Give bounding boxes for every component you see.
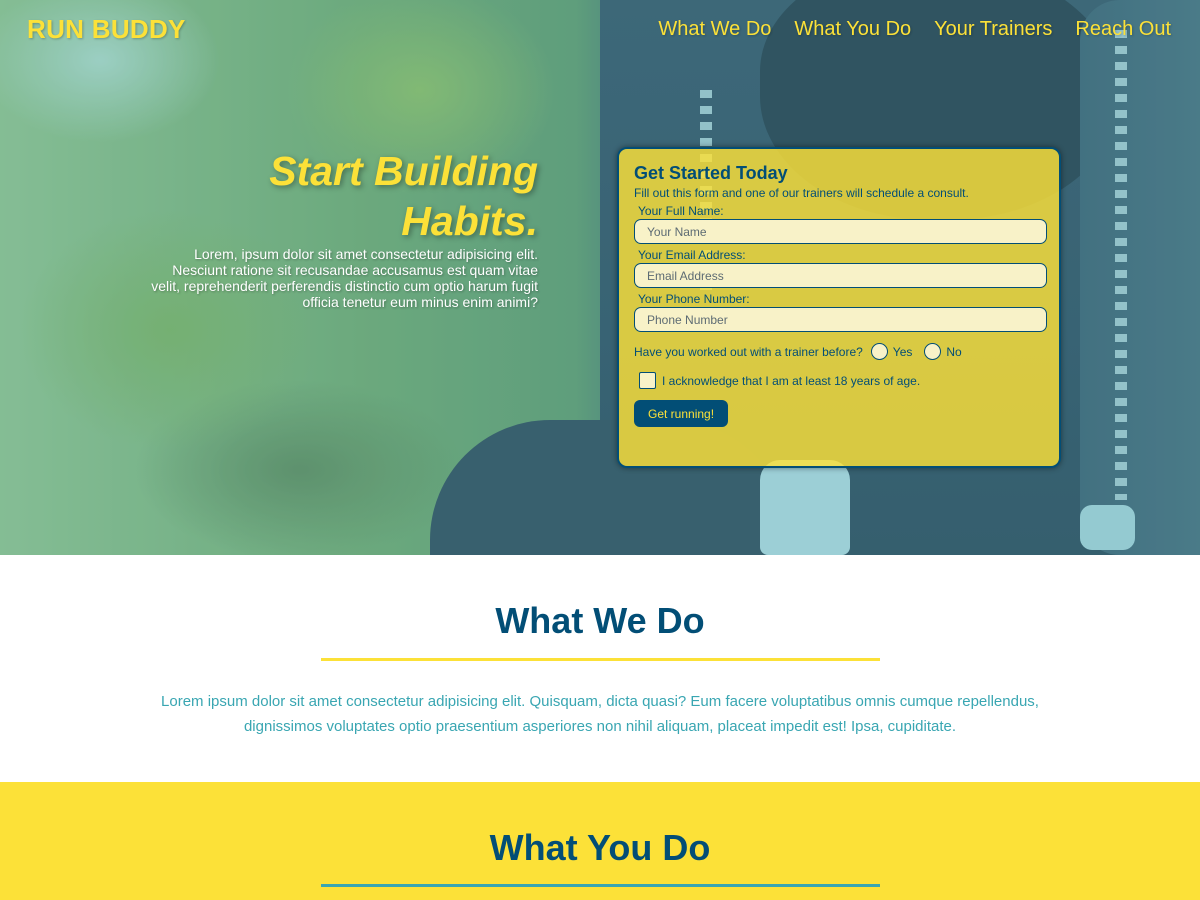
nav-link-your-trainers[interactable]: Your Trainers — [934, 18, 1052, 41]
site-header: RUN BUDDY What We Do What You Do Your Tr… — [0, 0, 1200, 60]
age-checkbox[interactable] — [639, 372, 656, 389]
phone-label: Your Phone Number: — [638, 292, 750, 306]
what-you-do-title: What You Do — [489, 827, 711, 868]
section-divider — [320, 658, 880, 661]
radio-no[interactable] — [924, 343, 942, 360]
nav-link-what-we-do[interactable]: What We Do — [658, 18, 771, 41]
what-we-do-text: Lorem ipsum dolor sit amet consectetur a… — [161, 693, 1039, 735]
phone-input[interactable] — [634, 307, 1047, 332]
radio-no-label: No — [946, 344, 962, 359]
trainer-question: Have you worked out with a trainer befor… — [634, 344, 863, 359]
hero-copy: Start Building Habits. Lorem, ipsum dolo… — [140, 146, 538, 310]
signup-title: Get Started Today — [634, 163, 788, 183]
nav-link-what-you-do[interactable]: What You Do — [794, 18, 911, 41]
main-nav: What We Do What You Do Your Trainers Rea… — [658, 18, 1171, 41]
radio-yes[interactable] — [870, 343, 888, 360]
hero-title: Start Building Habits. — [269, 148, 538, 244]
section-divider — [320, 884, 880, 887]
age-acknowledge-row: I acknowledge that I am at least 18 year… — [639, 372, 1044, 389]
hero-text: Lorem, ipsum dolor sit amet consectetur … — [151, 246, 538, 310]
age-acknowledge-label: I acknowledge that I am at least 18 year… — [662, 373, 921, 388]
nav-link-reach-out[interactable]: Reach Out — [1075, 18, 1171, 41]
hero-section: RUN BUDDY What We Do What You Do Your Tr… — [0, 0, 1200, 555]
what-we-do-section: What We Do Lorem ipsum dolor sit amet co… — [0, 555, 1200, 782]
site-logo[interactable]: RUN BUDDY — [27, 14, 186, 45]
email-input[interactable] — [634, 263, 1047, 288]
signup-form: Get Started Today Fill out this form and… — [617, 147, 1061, 468]
what-we-do-title: What We Do — [495, 600, 705, 641]
name-label: Your Full Name: — [638, 204, 724, 218]
trainer-question-row: Have you worked out with a trainer befor… — [634, 343, 1044, 360]
get-running-button[interactable]: Get running! — [634, 400, 729, 427]
name-input[interactable] — [634, 219, 1047, 244]
what-you-do-section: What You Do — [0, 782, 1200, 900]
signup-subtitle: Fill out this form and one of our traine… — [634, 186, 969, 200]
radio-yes-label: Yes — [892, 344, 913, 359]
email-label: Your Email Address: — [638, 248, 746, 262]
